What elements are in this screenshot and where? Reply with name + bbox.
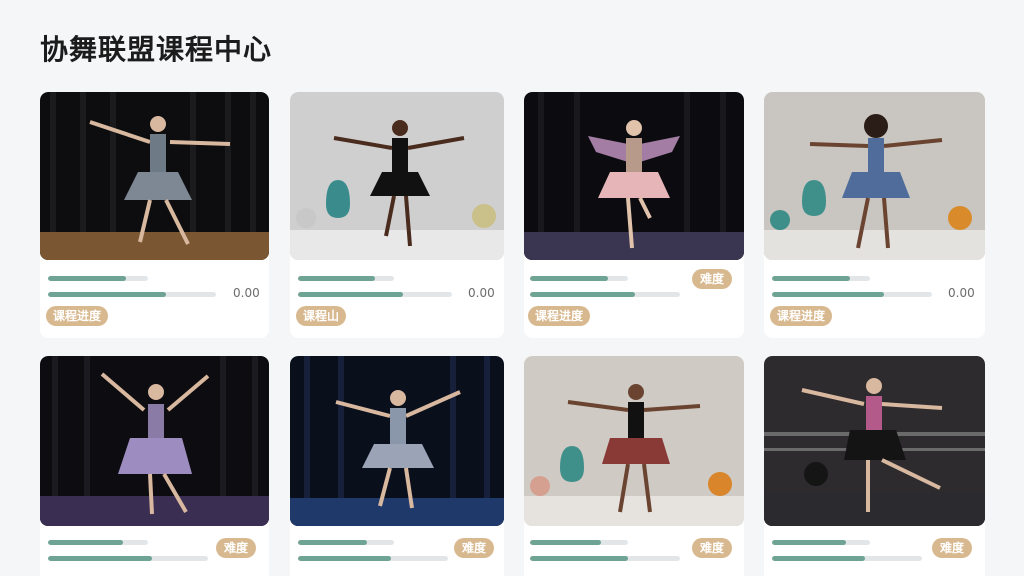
course-thumbnail bbox=[290, 92, 504, 260]
progress-fill bbox=[530, 540, 601, 545]
progress-value: 0.00 bbox=[233, 286, 260, 300]
progress-bar bbox=[48, 540, 148, 545]
progress-value: 0.00 bbox=[948, 286, 975, 300]
difficulty-badge: 难度 bbox=[692, 538, 733, 558]
progress-fill bbox=[298, 292, 403, 297]
course-card[interactable]: 0.00 课程进度 bbox=[40, 92, 269, 338]
progress-fill bbox=[530, 556, 628, 561]
progress-bar bbox=[530, 276, 628, 281]
progress-bar bbox=[48, 556, 208, 561]
course-card[interactable]: 难度 bbox=[764, 356, 985, 576]
progress-fill bbox=[48, 292, 166, 297]
progress-fill bbox=[48, 276, 126, 281]
progress-bar bbox=[298, 556, 448, 561]
status-badge: 课程进度 bbox=[770, 306, 833, 326]
progress-fill bbox=[772, 292, 884, 297]
difficulty-badge: 难度 bbox=[216, 538, 257, 558]
course-thumbnail bbox=[764, 92, 985, 260]
progress-fill bbox=[298, 556, 391, 561]
progress-value: 0.00 bbox=[468, 286, 495, 300]
course-card[interactable]: 难度 课程进度 bbox=[524, 92, 744, 338]
progress-fill bbox=[772, 540, 846, 545]
progress-bar bbox=[530, 540, 628, 545]
difficulty-badge: 难度 bbox=[454, 538, 495, 558]
progress-fill bbox=[530, 292, 635, 297]
course-thumbnail bbox=[764, 356, 985, 526]
progress-bar bbox=[298, 292, 452, 297]
difficulty-badge: 难度 bbox=[932, 538, 973, 558]
course-thumbnail bbox=[524, 356, 744, 526]
progress-bar bbox=[772, 276, 870, 281]
course-card[interactable]: 0.00 课程山 bbox=[290, 92, 504, 338]
course-card[interactable]: 0.00 课程进度 bbox=[764, 92, 985, 338]
progress-bar bbox=[48, 276, 148, 281]
difficulty-badge: 难度 bbox=[692, 269, 733, 289]
progress-bar bbox=[298, 276, 394, 281]
progress-fill bbox=[772, 556, 865, 561]
progress-fill bbox=[48, 556, 152, 561]
progress-bar bbox=[530, 292, 680, 297]
progress-fill bbox=[298, 276, 375, 281]
status-badge: 课程进度 bbox=[528, 306, 591, 326]
progress-bar bbox=[48, 292, 216, 297]
progress-fill bbox=[530, 276, 609, 281]
progress-bar bbox=[772, 556, 922, 561]
progress-bar bbox=[772, 292, 932, 297]
course-thumbnail bbox=[524, 92, 744, 260]
status-badge: 课程进度 bbox=[46, 306, 109, 326]
progress-fill bbox=[772, 276, 851, 281]
progress-bar bbox=[298, 540, 394, 545]
course-grid: 0.00 课程进度 0.00 课程山 难度 课程进度 0.00 课程进度 难度 … bbox=[0, 0, 1024, 576]
progress-fill bbox=[48, 540, 123, 545]
course-card[interactable]: 难度 bbox=[290, 356, 504, 576]
course-thumbnail bbox=[290, 356, 504, 526]
progress-bar bbox=[530, 556, 680, 561]
course-card[interactable]: 难度 bbox=[40, 356, 269, 576]
course-thumbnail bbox=[40, 356, 269, 526]
course-card[interactable]: 难度 bbox=[524, 356, 744, 576]
progress-bar bbox=[772, 540, 870, 545]
progress-fill bbox=[298, 540, 368, 545]
course-thumbnail bbox=[40, 92, 269, 260]
status-badge: 课程山 bbox=[296, 306, 347, 326]
